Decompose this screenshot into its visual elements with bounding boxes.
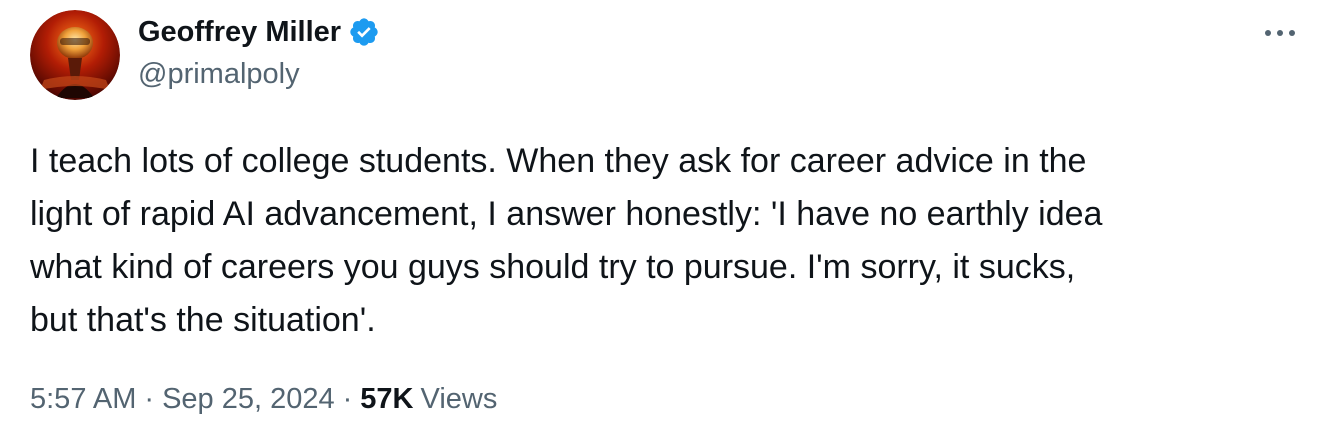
verified-badge-icon[interactable] xyxy=(348,16,380,48)
tweet-text-line: I teach lots of college students. When t… xyxy=(30,142,1087,180)
tweet-text: I teach lots of college students. When t… xyxy=(30,135,1300,347)
author-name-row: Geoffrey Miller xyxy=(138,12,380,52)
avatar-image xyxy=(30,10,120,100)
meta-separator: · xyxy=(144,383,155,415)
views-count[interactable]: 57K xyxy=(360,383,413,416)
tweet-text-line: but that's the situation'. xyxy=(30,301,376,339)
tweet-card: Geoffrey Miller @primalpoly I teach lots… xyxy=(0,0,1327,443)
author-handle[interactable]: @primalpoly xyxy=(138,58,300,91)
meta-separator: · xyxy=(342,383,353,415)
tweet-text-line: what kind of careers you guys should try… xyxy=(30,248,1076,286)
tweet-text-line: light of rapid AI advancement, I answer … xyxy=(30,195,1103,233)
tweet-date[interactable]: Sep 25, 2024 xyxy=(162,383,335,416)
tweet-metadata: 5:57 AM · Sep 25, 2024 · 57K Views xyxy=(30,383,497,416)
views-label: Views xyxy=(420,383,498,415)
author-display-name[interactable]: Geoffrey Miller xyxy=(138,16,341,49)
ellipsis-icon xyxy=(1265,30,1295,36)
more-options-button[interactable] xyxy=(1258,18,1302,48)
tweet-time[interactable]: 5:57 AM xyxy=(30,383,136,416)
author-avatar[interactable] xyxy=(30,10,120,100)
